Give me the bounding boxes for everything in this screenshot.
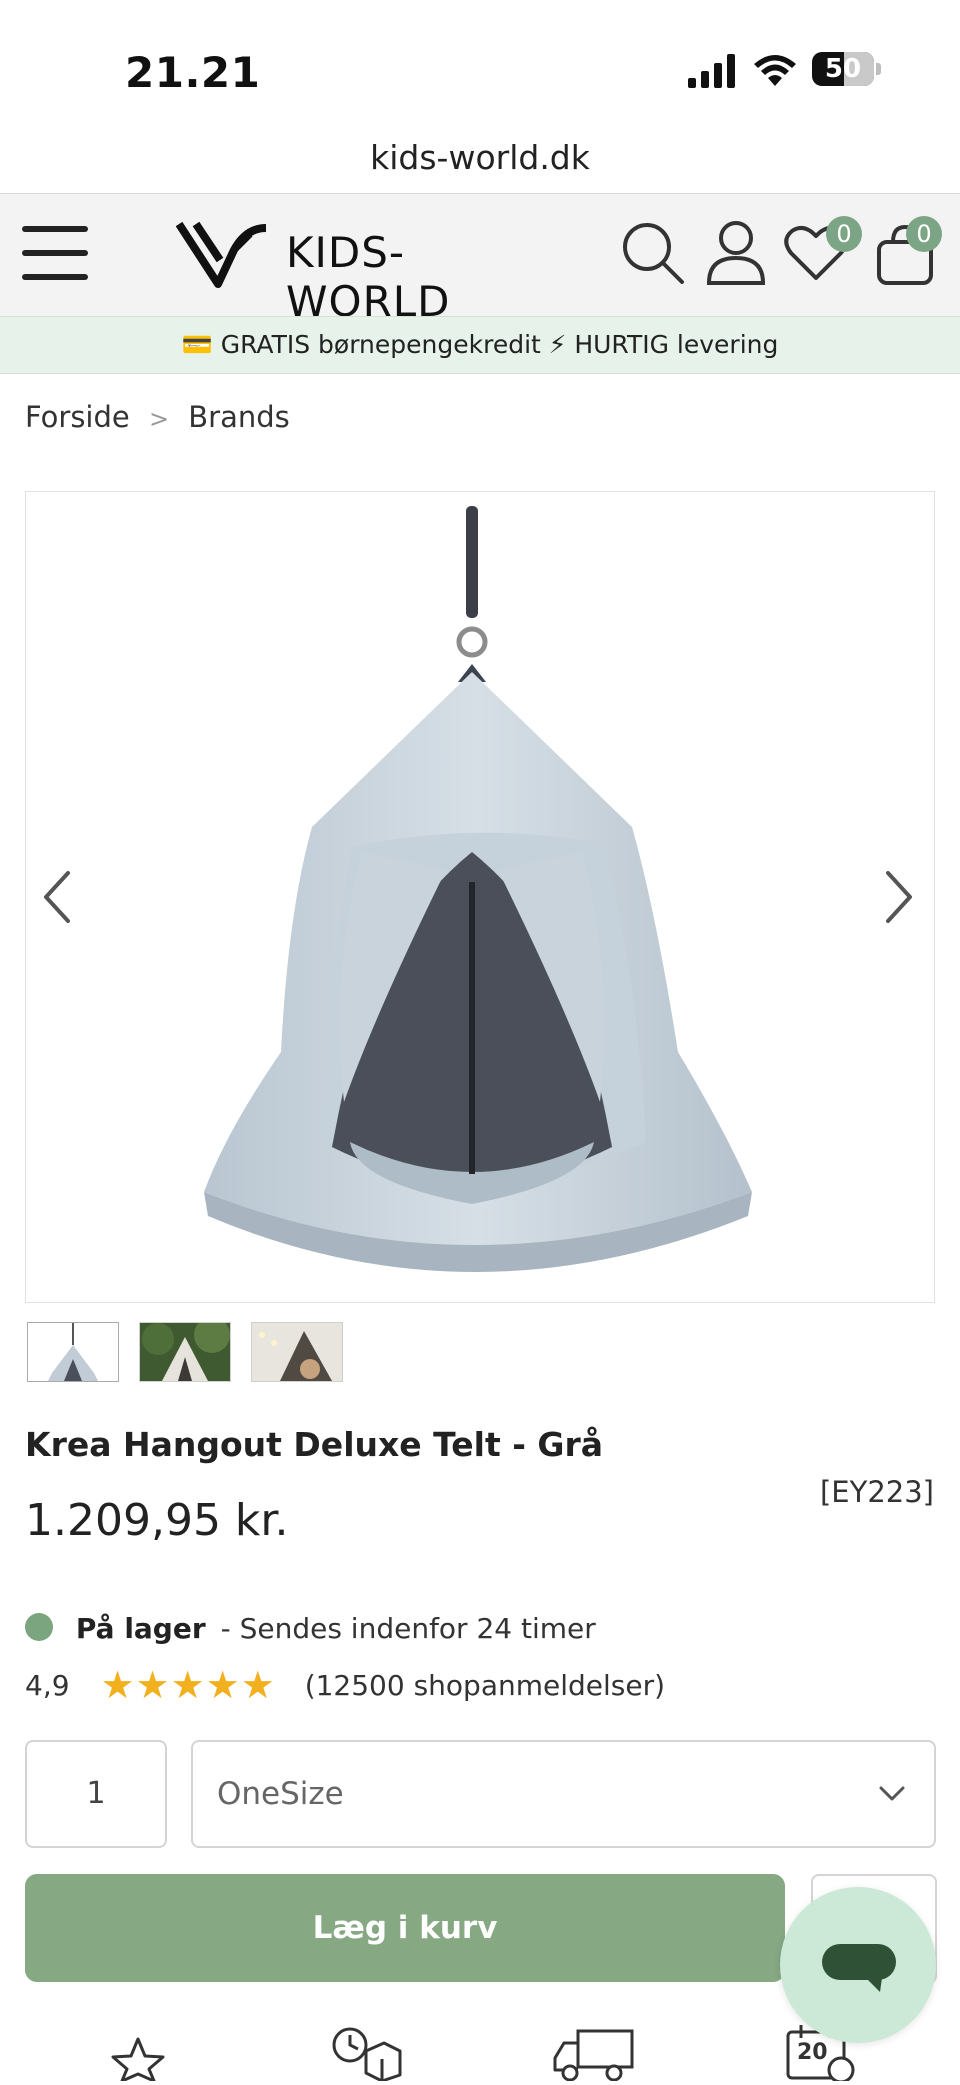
search-icon[interactable]	[620, 220, 686, 290]
url-bar[interactable]: kids-world.dk	[0, 138, 960, 177]
chevron-down-icon	[879, 1786, 905, 1801]
battery-icon: 50	[812, 52, 874, 86]
menu-icon[interactable]	[22, 224, 90, 286]
credit-card-icon: 💳	[181, 330, 213, 359]
user-icon[interactable]	[706, 220, 766, 290]
chat-button[interactable]	[780, 1887, 936, 2043]
product-image-gallery[interactable]	[25, 491, 935, 1303]
calendar-number: 20	[797, 2040, 828, 2065]
size-select[interactable]: OneSize	[191, 1740, 936, 1848]
promo-text-delivery: HURTIG levering	[574, 330, 779, 359]
rating-value: 4,9	[25, 1669, 70, 1702]
product-sku: [EY223]	[819, 1475, 934, 1509]
stock-detail: - Sendes indenfor 24 timer	[220, 1612, 596, 1645]
cart-count-badge: 0	[906, 216, 942, 252]
review-count: (12500 shopanmeldelser)	[304, 1669, 666, 1702]
stock-status: På lager - Sendes indenfor 24 timer	[25, 1612, 596, 1645]
in-stock-dot-icon	[25, 1613, 53, 1641]
signal-icon	[688, 54, 738, 92]
wishlist-count-badge: 0	[826, 216, 862, 252]
gallery-next-chevron-icon[interactable]	[878, 867, 918, 931]
battery-tip	[876, 63, 881, 75]
breadcrumb-separator-icon: >	[148, 405, 170, 433]
battery-level: 50	[824, 54, 862, 84]
product-title: Krea Hangout Deluxe Telt - Grå	[25, 1425, 604, 1464]
wifi-icon	[752, 52, 798, 92]
product-price: 1.209,95 kr.	[25, 1495, 289, 1546]
thumbnail-2[interactable]	[139, 1322, 231, 1382]
logo-text: KIDS-WORLD	[286, 228, 451, 326]
add-to-cart-button[interactable]: Læg i kurv	[25, 1874, 785, 1982]
promo-text-credit: GRATIS børnepengekredit	[220, 330, 541, 359]
breadcrumb-brands[interactable]: Brands	[188, 400, 290, 434]
promo-banner: 💳 GRATIS børnepengekredit ⚡ HURTIG lever…	[0, 316, 960, 374]
star-feature-icon	[110, 2036, 166, 2085]
logo-mark-icon	[176, 221, 267, 288]
status-time: 21.21	[125, 48, 261, 97]
thumbnail-3[interactable]	[251, 1322, 343, 1382]
fast-delivery-box-icon	[330, 2025, 402, 2085]
gallery-prev-chevron-icon[interactable]	[38, 867, 78, 931]
lightning-icon: ⚡	[548, 330, 567, 359]
chat-icon	[822, 1944, 896, 1992]
breadcrumb: Forside > Brands	[25, 400, 290, 434]
size-select-value: OneSize	[217, 1776, 344, 1812]
breadcrumb-home[interactable]: Forside	[25, 400, 130, 434]
site-header: KIDS-WORLD 0 0	[0, 193, 960, 326]
stock-label: På lager	[75, 1612, 206, 1645]
quantity-input[interactable]: 1	[25, 1740, 167, 1848]
logo[interactable]: KIDS-WORLD	[176, 220, 566, 326]
truck-icon	[552, 2028, 634, 2085]
product-image	[204, 506, 752, 1272]
star-rating-icon: ★★★★★	[100, 1663, 276, 1707]
thumbnail-1[interactable]	[27, 1322, 119, 1382]
store-rating[interactable]: 4,9 ★★★★★ (12500 shopanmeldelser)	[25, 1663, 665, 1707]
